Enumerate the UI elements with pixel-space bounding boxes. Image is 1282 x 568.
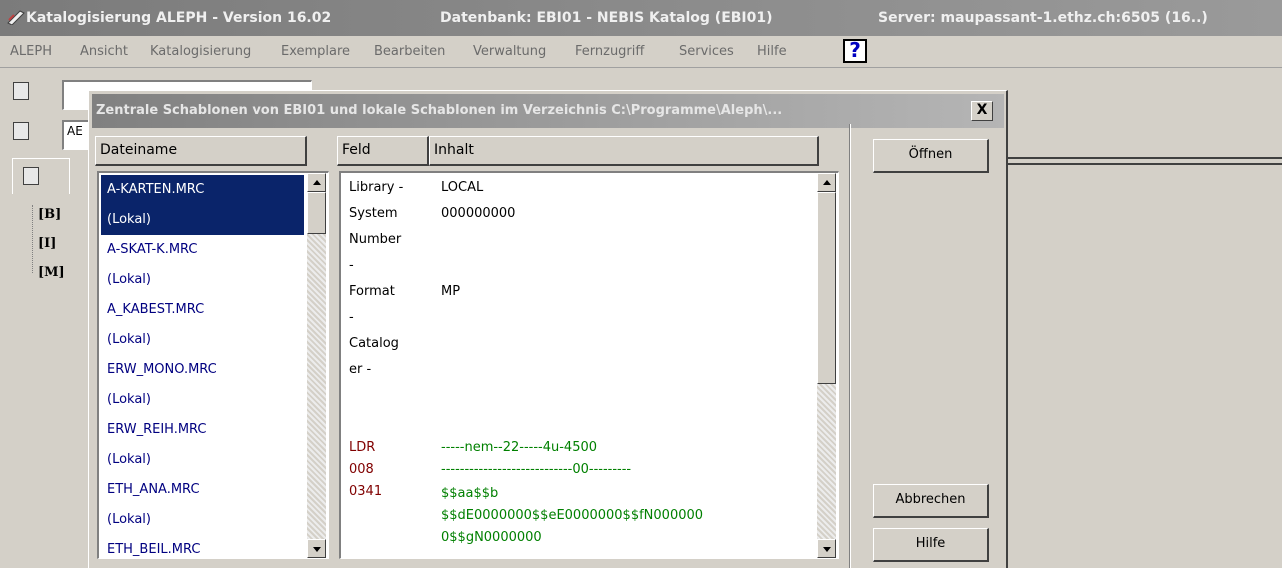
- arrow-down-icon: [823, 547, 831, 552]
- field-label: er -: [349, 362, 372, 377]
- menu-katalogisierung[interactable]: Katalogisierung: [150, 44, 251, 59]
- record-tab-icon: [23, 167, 39, 185]
- list-item[interactable]: A_KABEST.MRC (Lokal): [101, 295, 304, 355]
- server-label: Server: maupassant-1.ethz.ch:6505 (16..): [878, 10, 1208, 26]
- marc-content: $$dE0000000$$eE0000000$$fN000000: [441, 508, 704, 523]
- dialog-title[interactable]: Zentrale Schablonen von EBI01 und lokale…: [92, 94, 1004, 128]
- file-list[interactable]: A-KARTEN.MRC (Lokal) A-SKAT-K.MRC (Lokal…: [97, 171, 329, 559]
- menu-verwaltung[interactable]: Verwaltung: [473, 44, 546, 59]
- field-label: -: [349, 310, 354, 325]
- menu-services[interactable]: Services: [679, 44, 734, 59]
- marc-content: -----nem--22-----4u-4500: [441, 440, 598, 455]
- file-location: (Lokal): [107, 392, 151, 407]
- file-name: A_KABEST.MRC: [107, 302, 205, 317]
- field-label: Format: [349, 284, 395, 299]
- marc-tag: LDR: [349, 440, 376, 455]
- menu-bar: ALEPH Ansicht Katalogisierung Exemplare …: [0, 36, 1282, 68]
- file-location: (Lokal): [107, 452, 151, 467]
- marc-content: ----------------------------00---------: [441, 462, 632, 477]
- tree-connector: [32, 205, 33, 273]
- open-button[interactable]: Öffnen: [873, 139, 989, 173]
- list-item[interactable]: ETH_ANA.MRC (Lokal): [101, 475, 304, 535]
- field-value: MP: [441, 284, 461, 299]
- file-list-scrollbar[interactable]: [307, 173, 326, 558]
- scroll-up-button[interactable]: [817, 173, 836, 192]
- menu-aleph[interactable]: ALEPH: [10, 44, 52, 59]
- file-name: A-KARTEN.MRC: [107, 182, 205, 197]
- field-label: Catalog: [349, 336, 399, 351]
- help-button[interactable]: Hilfe: [873, 528, 989, 562]
- menu-hilfe[interactable]: Hilfe: [757, 44, 787, 59]
- arrow-up-icon: [313, 180, 321, 185]
- button-panel-divider: [849, 124, 851, 568]
- list-item[interactable]: ERW_REIH.MRC (Lokal): [101, 415, 304, 475]
- background-tab[interactable]: [12, 158, 70, 194]
- scroll-thumb[interactable]: [307, 192, 326, 234]
- arrow-down-icon: [313, 547, 321, 552]
- record-icon[interactable]: [13, 82, 29, 100]
- template-dialog: Zentrale Schablonen von EBI01 und lokale…: [88, 90, 1008, 568]
- database-label: Datenbank: EBI01 - NEBIS Katalog (EBI01): [440, 10, 773, 26]
- scroll-thumb[interactable]: [817, 192, 836, 384]
- list-item[interactable]: ERW_MONO.MRC (Lokal): [101, 355, 304, 415]
- file-location: (Lokal): [107, 332, 151, 347]
- tree-item-m[interactable]: [M]: [38, 265, 65, 280]
- window-icon[interactable]: [13, 122, 29, 140]
- marc-content: 0$$gN0000000: [441, 530, 542, 545]
- scroll-up-button[interactable]: [307, 173, 326, 192]
- menu-ansicht[interactable]: Ansicht: [80, 44, 128, 59]
- background-divider-2: [1000, 163, 1282, 165]
- marc-tag: 0341: [349, 484, 383, 499]
- list-item[interactable]: A-KARTEN.MRC (Lokal): [101, 175, 304, 235]
- field-value: LOCAL: [441, 180, 484, 195]
- scroll-down-button[interactable]: [307, 539, 326, 558]
- field-label: Number: [349, 232, 402, 247]
- record-scrollbar[interactable]: [817, 173, 836, 558]
- list-item[interactable]: A-SKAT-K.MRC (Lokal): [101, 235, 304, 295]
- file-name: ERW_REIH.MRC: [107, 422, 207, 437]
- marc-content: $$aa$$b: [441, 486, 499, 501]
- help-question-icon[interactable]: ?: [843, 39, 867, 63]
- field-label: -: [349, 258, 354, 273]
- file-name: ERW_MONO.MRC: [107, 362, 217, 377]
- window-title: Katalogisierung ALEPH - Version 16.02: [26, 10, 332, 26]
- file-name: A-SKAT-K.MRC: [107, 242, 198, 257]
- close-icon[interactable]: X: [971, 101, 993, 121]
- field-value: 000000000: [441, 206, 516, 221]
- aleph-app-icon: [7, 10, 25, 25]
- field-label: Library -: [349, 180, 404, 195]
- menu-exemplare[interactable]: Exemplare: [281, 44, 350, 59]
- background-divider: [1000, 157, 1282, 159]
- tree-item-i[interactable]: [I]: [38, 236, 56, 251]
- list-item[interactable]: ETH_BEIL.MRC: [101, 535, 304, 558]
- tree-item-b[interactable]: [B]: [38, 207, 61, 222]
- menu-fernzugriff[interactable]: Fernzugriff: [575, 44, 644, 59]
- file-location: (Lokal): [107, 212, 151, 227]
- cancel-button[interactable]: Abbrechen: [873, 484, 989, 518]
- file-name: ETH_ANA.MRC: [107, 482, 200, 497]
- field-label: System: [349, 206, 398, 221]
- column-header-inhalt[interactable]: Inhalt: [429, 136, 819, 166]
- main-title-bar[interactable]: Katalogisierung ALEPH - Version 16.02 Da…: [0, 0, 1282, 36]
- file-location: (Lokal): [107, 272, 151, 287]
- scroll-down-button[interactable]: [817, 539, 836, 558]
- menu-bearbeiten[interactable]: Bearbeiten: [374, 44, 445, 59]
- record-preview[interactable]: Library - LOCAL System 000000000 Number …: [339, 171, 839, 559]
- file-name: ETH_BEIL.MRC: [107, 542, 201, 557]
- file-location: (Lokal): [107, 512, 151, 527]
- column-header-dateiname[interactable]: Dateiname: [95, 136, 307, 166]
- arrow-up-icon: [823, 180, 831, 185]
- marc-tag: 008: [349, 462, 374, 477]
- column-header-feld[interactable]: Feld: [337, 136, 429, 166]
